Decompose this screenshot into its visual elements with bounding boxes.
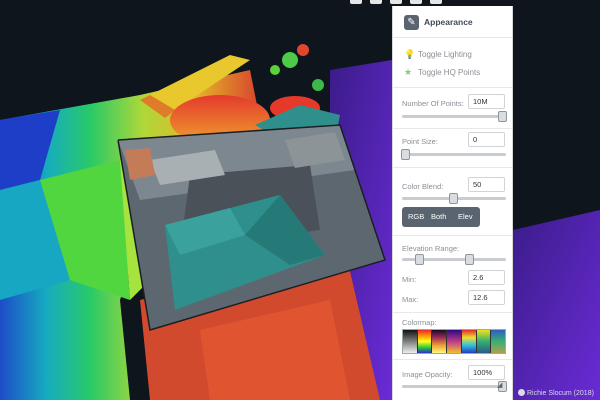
colormap-label: Colormap: (402, 318, 437, 327)
colormap-selector (402, 329, 506, 354)
appearance-panel: ✎ Appearance 💡 Toggle Lighting ★ Toggle HQ… (392, 6, 513, 400)
num-points-input[interactable]: 10M (468, 94, 505, 109)
elevation-max-label: Max: (402, 295, 419, 304)
elevation-max-handle[interactable] (465, 254, 474, 265)
divider (393, 167, 512, 168)
num-points-slider-handle[interactable] (498, 111, 507, 122)
image-opacity-label: Image Opacity: (402, 370, 453, 379)
elevation-range-slider[interactable] (402, 254, 506, 265)
divider (393, 359, 512, 360)
paintbrush-icon: ✎ (404, 15, 419, 30)
image-opacity-slider[interactable] (402, 381, 507, 392)
image-opacity-input[interactable]: 100% (468, 365, 505, 380)
star-icon: ★ (404, 67, 413, 77)
toolbar-button[interactable] (370, 0, 382, 4)
author-credit-text: Richie Slocum (2018) (527, 390, 594, 397)
toolbar-button[interactable] (390, 0, 402, 4)
elevation-min-label: Min: (402, 275, 417, 284)
divider (393, 87, 512, 88)
toggle-lighting-label: Toggle Lighting (418, 50, 472, 59)
num-points-slider[interactable] (402, 111, 507, 122)
elevation-min-input[interactable]: 2.6 (468, 270, 505, 285)
colormap-swatch-rainbow[interactable] (417, 330, 433, 353)
toggle-hq-points-label: Toggle HQ Points (418, 68, 481, 77)
lightbulb-icon: 💡 (404, 49, 416, 59)
elev-button[interactable]: Elev (458, 212, 473, 221)
color-mode-button-group: RGB Both Elev (402, 207, 480, 227)
elevation-max-input[interactable]: 12.6 (468, 290, 505, 305)
colormap-swatch-earth[interactable] (491, 330, 506, 353)
point-size-slider[interactable] (401, 149, 506, 160)
colormap-swatch-grayscale[interactable] (403, 330, 418, 353)
color-blend-label: Color Blend: (402, 182, 444, 191)
colormap-swatch-inferno[interactable] (432, 330, 448, 353)
both-button[interactable]: Both (431, 212, 446, 221)
rgb-button[interactable]: RGB (408, 212, 424, 221)
toolbar-button[interactable] (410, 0, 422, 4)
colormap-swatch-plasma[interactable] (447, 330, 462, 353)
divider (393, 128, 512, 129)
github-icon (518, 389, 525, 396)
point-size-label: Point Size: (402, 137, 438, 146)
elevation-range-label: Elevation Range: (402, 244, 460, 253)
elevation-min-handle[interactable] (415, 254, 424, 265)
point-size-input[interactable]: 0 (468, 132, 505, 147)
divider (393, 312, 512, 313)
color-blend-input[interactable]: 50 (468, 177, 505, 192)
toggle-hq-points-button[interactable]: ★ Toggle HQ Points (404, 67, 480, 78)
colormap-swatch-jet[interactable] (461, 330, 477, 353)
color-blend-slider[interactable] (402, 193, 506, 204)
color-blend-slider-handle[interactable] (449, 193, 458, 204)
panel-header: ✎ Appearance (393, 6, 512, 38)
resize-icon[interactable]: ◢ (497, 381, 502, 389)
author-credit[interactable]: Richie Slocum (2018) (518, 389, 594, 397)
panel-title: Appearance (424, 17, 473, 27)
toolbar-button[interactable] (350, 0, 362, 4)
num-points-label: Number Of Points: (402, 99, 464, 108)
toggle-lighting-button[interactable]: 💡 Toggle Lighting (404, 49, 472, 60)
colormap-swatch-viridis[interactable] (476, 330, 492, 353)
point-size-slider-handle[interactable] (401, 149, 410, 160)
divider (393, 235, 512, 236)
toolbar-button[interactable] (430, 0, 442, 4)
